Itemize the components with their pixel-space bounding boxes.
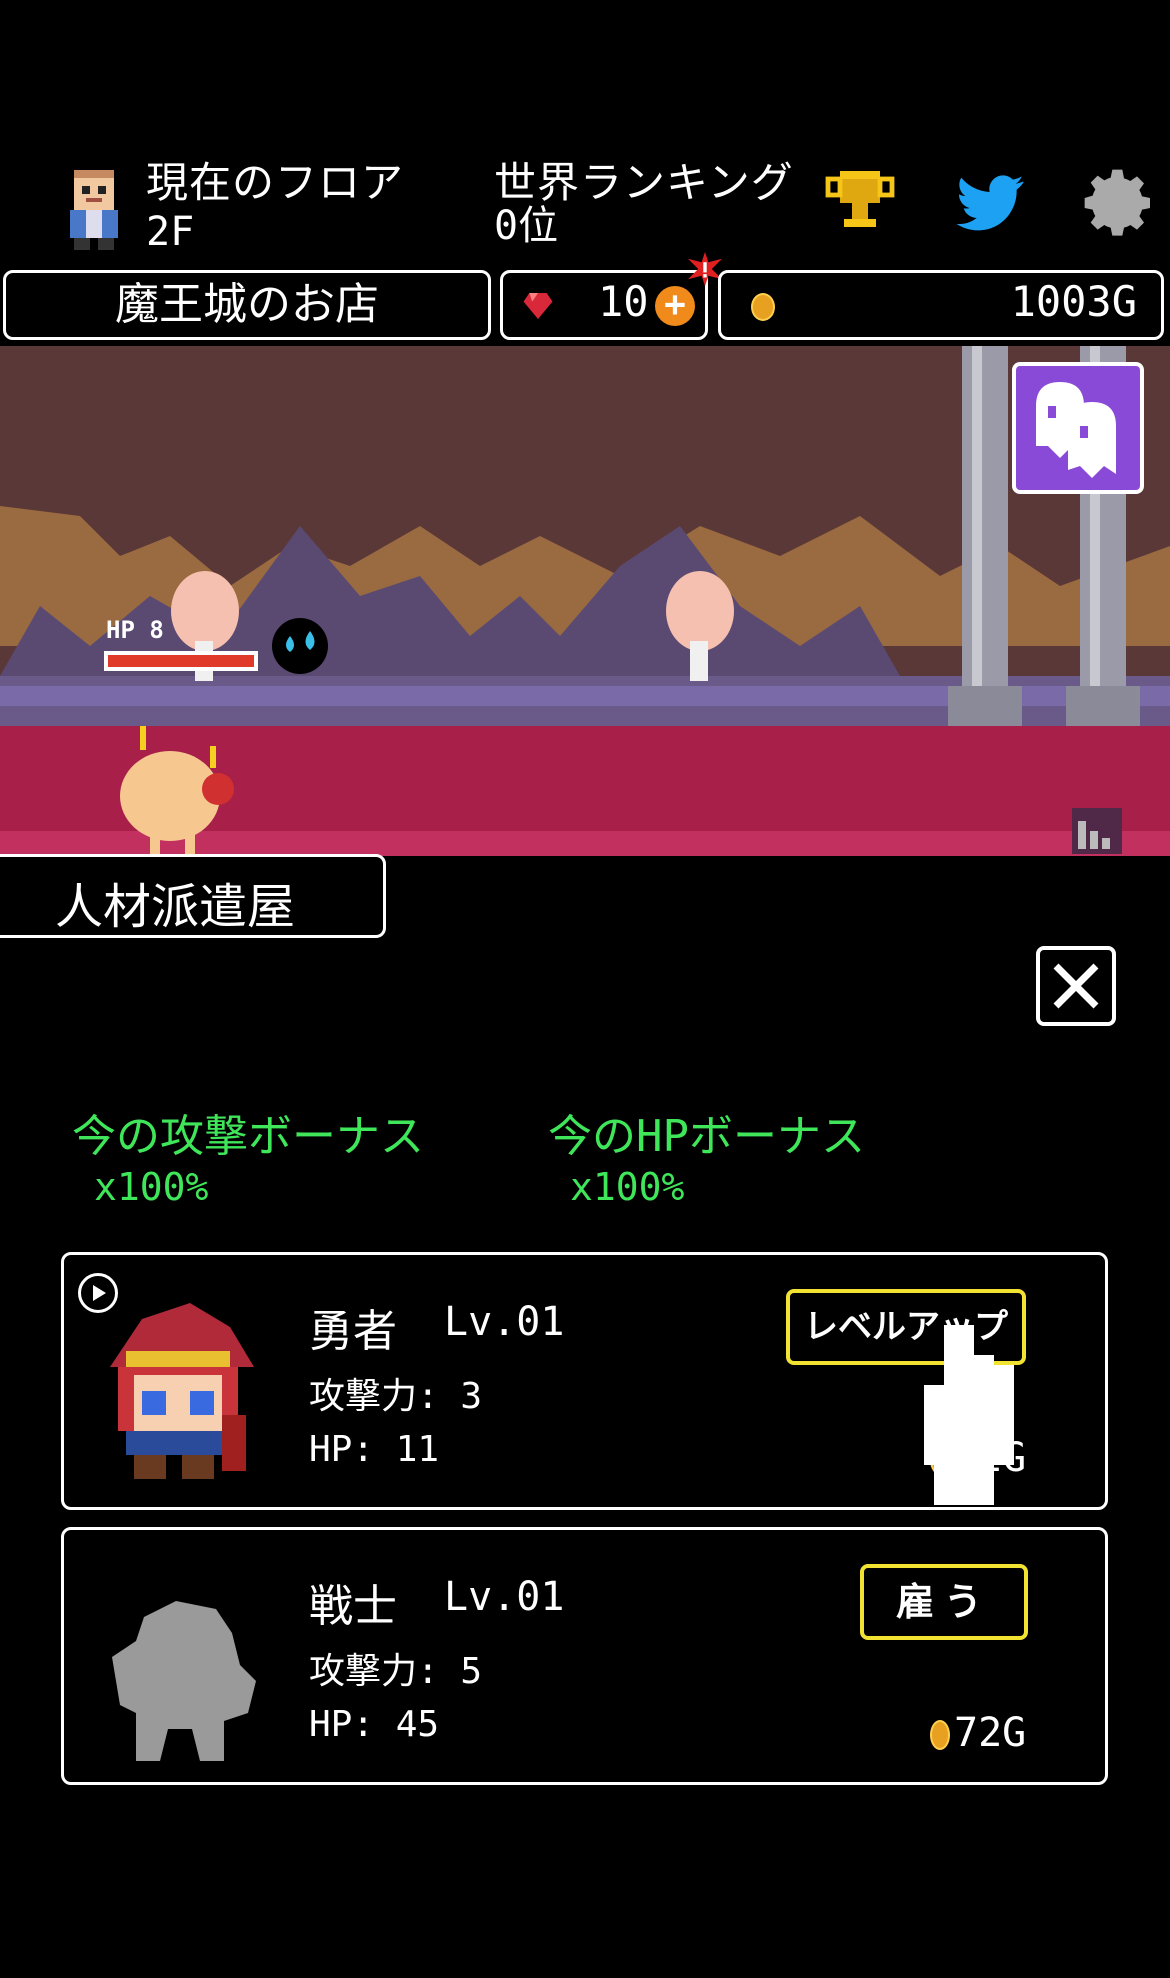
hp-bonus-value: x100% <box>570 1165 685 1209</box>
close-button[interactable] <box>1036 946 1116 1026</box>
unit-hp: HP: 45 <box>309 1704 440 1745</box>
gold-coin-icon <box>751 293 775 321</box>
panel-tab: 人材派遣屋 <box>0 854 386 938</box>
cave-background <box>0 346 1170 901</box>
unit-price: 72G <box>954 1710 1027 1756</box>
world-ranking-value: 0位 <box>494 203 559 249</box>
red-gem-icon <box>523 293 553 323</box>
close-icon <box>1053 963 1099 1009</box>
unit-attack: 攻撃力: 5 <box>309 1651 483 1692</box>
unit-card-hero: 勇者 Lv.01 攻撃力: 3 HP: 11 レベルアップ 32G <box>61 1252 1108 1510</box>
player-avatar-icon <box>62 165 126 255</box>
shop-label: 魔王城のお店 <box>115 279 379 330</box>
notification-burst-icon <box>688 252 722 290</box>
world-ranking-label: 世界ランキング <box>494 158 794 207</box>
current-floor-value: 2F <box>146 209 195 255</box>
tutorial-pointer-hand-icon <box>914 1325 1024 1509</box>
gold-coin-icon <box>930 1720 950 1750</box>
unit-level: Lv.01 <box>444 1574 565 1620</box>
trophy-icon[interactable] <box>820 163 900 243</box>
attack-bonus-value: x100% <box>94 1165 209 1209</box>
unit-level: Lv.01 <box>444 1299 565 1345</box>
enemy-hp-label: HP 8 <box>106 616 164 644</box>
unit-attack: 攻撃力: 3 <box>309 1376 483 1417</box>
hp-bonus-label: 今のHPボーナス <box>548 1111 865 1162</box>
twitter-bird-icon[interactable] <box>950 163 1030 243</box>
shop-button[interactable]: 魔王城のお店 <box>3 270 491 340</box>
unit-name: 戦士 <box>309 1581 397 1632</box>
hire-button[interactable]: 雇う <box>860 1564 1028 1640</box>
gem-count: 10 <box>598 277 649 326</box>
gold-amount: 1003G <box>1010 277 1137 326</box>
panel-tab-title: 人材派遣屋 <box>55 879 296 935</box>
hero-portrait <box>94 1303 262 1483</box>
ghost-icon <box>1036 382 1116 478</box>
attack-bonus-label: 今の攻撃ボーナス <box>72 1111 424 1162</box>
battle-scene: HP 8 <box>0 346 1170 901</box>
unit-card-warrior: 戦士 Lv.01 攻撃力: 5 HP: 45 雇う 72G <box>61 1527 1108 1785</box>
unit-hp: HP: 11 <box>309 1429 440 1470</box>
unit-name: 勇者 <box>309 1306 397 1357</box>
ghost-summon-button[interactable] <box>1012 362 1144 494</box>
stats-icon[interactable] <box>1072 808 1122 854</box>
gold-counter: 1003G <box>718 270 1164 340</box>
plus-icon[interactable]: + <box>655 286 695 326</box>
gem-counter: 10 + <box>500 270 708 340</box>
warrior-silhouette <box>104 1592 272 1766</box>
gear-icon[interactable] <box>1080 163 1160 243</box>
current-floor-label: 現在のフロア <box>146 158 405 207</box>
